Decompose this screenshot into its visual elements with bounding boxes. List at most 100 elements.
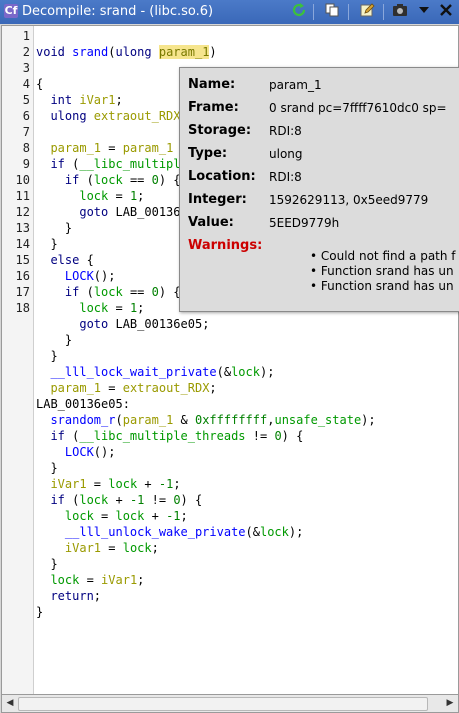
- code-line[interactable]: __lll_unlock_wake_private(&lock);: [36, 524, 303, 540]
- code-global-variable[interactable]: lock: [94, 173, 123, 187]
- code-global-variable[interactable]: lock: [36, 189, 108, 203]
- code-constant[interactable]: -1: [130, 493, 144, 507]
- code-keyword[interactable]: else: [36, 253, 87, 267]
- code-line[interactable]: lock = iVar1;: [36, 572, 144, 588]
- code-local-variable[interactable]: param_1: [123, 141, 174, 155]
- code-function[interactable]: LOCK: [36, 269, 94, 283]
- code-local-variable[interactable]: extraout_RDX: [94, 109, 181, 123]
- code-line[interactable]: ulong extraout_RDX;: [36, 108, 187, 124]
- code-text[interactable]: ;: [137, 301, 144, 315]
- code-line[interactable]: LOCK();: [36, 444, 116, 460]
- code-line[interactable]: param_1 = extraout_RDX;: [36, 380, 216, 396]
- code-global-variable[interactable]: lock: [231, 365, 260, 379]
- scroll-right-icon[interactable]: ▶: [442, 695, 458, 712]
- code-global-variable[interactable]: lock: [36, 301, 108, 315]
- code-text[interactable]: +: [144, 509, 166, 523]
- code-text[interactable]: }: [36, 221, 72, 235]
- code-text[interactable]: }: [36, 349, 57, 363]
- code-text[interactable]: (&: [246, 525, 260, 539]
- code-text[interactable]: ;: [173, 477, 180, 491]
- code-text[interactable]: +: [137, 477, 159, 491]
- code-line[interactable]: if (__libc_multiple: [36, 156, 187, 172]
- code-line[interactable]: if (lock == 0) {: [36, 172, 181, 188]
- code-text[interactable]: {: [87, 253, 94, 267]
- code-function[interactable]: __lll_unlock_wake_private: [36, 525, 246, 539]
- code-text[interactable]: ;: [202, 317, 209, 331]
- code-constant[interactable]: 0: [152, 285, 159, 299]
- code-type[interactable]: int: [36, 93, 79, 107]
- code-keyword[interactable]: if: [36, 157, 72, 171]
- code-text[interactable]: ;: [115, 93, 122, 107]
- code-text[interactable]: ) {: [282, 429, 304, 443]
- code-function[interactable]: srand: [72, 45, 108, 59]
- code-text[interactable]: =: [101, 381, 123, 395]
- code-line[interactable]: return;: [36, 588, 101, 604]
- code-type[interactable]: ulong: [115, 45, 158, 59]
- code-line[interactable]: {: [36, 76, 43, 92]
- code-constant[interactable]: 0: [274, 429, 281, 443]
- code-local-variable[interactable]: extraout_RDX: [123, 381, 210, 395]
- code-line[interactable]: goto LAB_00136e05;: [36, 316, 209, 332]
- code-line[interactable]: }: [36, 460, 57, 476]
- edit-icon[interactable]: [357, 2, 377, 22]
- code-constant[interactable]: -1: [159, 477, 173, 491]
- code-type[interactable]: ulong: [36, 109, 94, 123]
- code-global-variable[interactable]: lock: [36, 509, 94, 523]
- menu-down-icon[interactable]: [414, 2, 434, 22]
- horizontal-scrollbar[interactable]: ◀ ▶: [1, 694, 459, 713]
- code-line[interactable]: lock = 1;: [36, 300, 144, 316]
- code-keyword[interactable]: if: [36, 493, 72, 507]
- code-line[interactable]: }: [36, 348, 57, 364]
- code-line[interactable]: goto LAB_00136e: [36, 204, 187, 220]
- code-line[interactable]: param_1 = param_1 &: [36, 140, 187, 156]
- code-local-variable[interactable]: param_1: [123, 413, 174, 427]
- code-line[interactable]: if (__libc_multiple_threads != 0) {: [36, 428, 303, 444]
- code-global-variable[interactable]: __libc_multiple: [79, 157, 187, 171]
- code-line[interactable]: }: [36, 332, 72, 348]
- code-text[interactable]: {: [36, 77, 43, 91]
- code-text[interactable]: +: [108, 493, 130, 507]
- code-line[interactable]: if (lock == 0) {: [36, 284, 181, 300]
- code-text[interactable]: ==: [123, 173, 152, 187]
- code-line[interactable]: iVar1 = lock;: [36, 540, 159, 556]
- code-line[interactable]: }: [36, 556, 57, 572]
- code-text[interactable]: (: [87, 173, 94, 187]
- code-line[interactable]: }: [36, 604, 43, 620]
- close-icon[interactable]: [436, 2, 456, 22]
- scrollbar-thumb[interactable]: [18, 697, 428, 711]
- code-line[interactable]: if (lock + -1 != 0) {: [36, 492, 202, 508]
- code-text[interactable]: &: [173, 413, 195, 427]
- code-constant[interactable]: 0: [173, 493, 180, 507]
- code-line[interactable]: LOCK();: [36, 268, 116, 284]
- code-text[interactable]: ;: [209, 381, 216, 395]
- code-text[interactable]: }: [36, 237, 57, 251]
- code-keyword[interactable]: if: [36, 429, 72, 443]
- code-text[interactable]: ;: [94, 589, 101, 603]
- refresh-icon[interactable]: [289, 2, 309, 22]
- code-text[interactable]: );: [361, 413, 375, 427]
- code-line[interactable]: else {: [36, 252, 94, 268]
- code-function[interactable]: srandom_r: [36, 413, 115, 427]
- code-global-variable[interactable]: lock: [36, 573, 79, 587]
- code-global-variable[interactable]: lock: [108, 477, 137, 491]
- code-text[interactable]: ) {: [159, 285, 181, 299]
- code-local-variable[interactable]: iVar1: [101, 573, 137, 587]
- highlighted-parameter[interactable]: param_1: [158, 45, 210, 59]
- code-keyword[interactable]: goto: [36, 205, 115, 219]
- code-global-variable[interactable]: __libc_multiple_threads: [79, 429, 245, 443]
- code-global-variable[interactable]: lock: [260, 525, 289, 539]
- code-local-variable[interactable]: iVar1: [36, 541, 101, 555]
- code-global-variable[interactable]: lock: [94, 285, 123, 299]
- code-text[interactable]: =: [108, 301, 130, 315]
- code-text[interactable]: (: [87, 285, 94, 299]
- code-text[interactable]: (: [115, 413, 122, 427]
- code-keyword[interactable]: if: [36, 285, 87, 299]
- code-text[interactable]: =: [101, 541, 123, 555]
- code-text[interactable]: LAB_00136e05:: [36, 397, 130, 411]
- code-text[interactable]: }: [36, 333, 72, 347]
- code-constant[interactable]: 0: [152, 173, 159, 187]
- copy-icon[interactable]: [322, 2, 342, 22]
- code-local-variable[interactable]: iVar1: [79, 93, 115, 107]
- code-line[interactable]: }: [36, 236, 57, 252]
- code-global-variable[interactable]: unsafe_state: [274, 413, 361, 427]
